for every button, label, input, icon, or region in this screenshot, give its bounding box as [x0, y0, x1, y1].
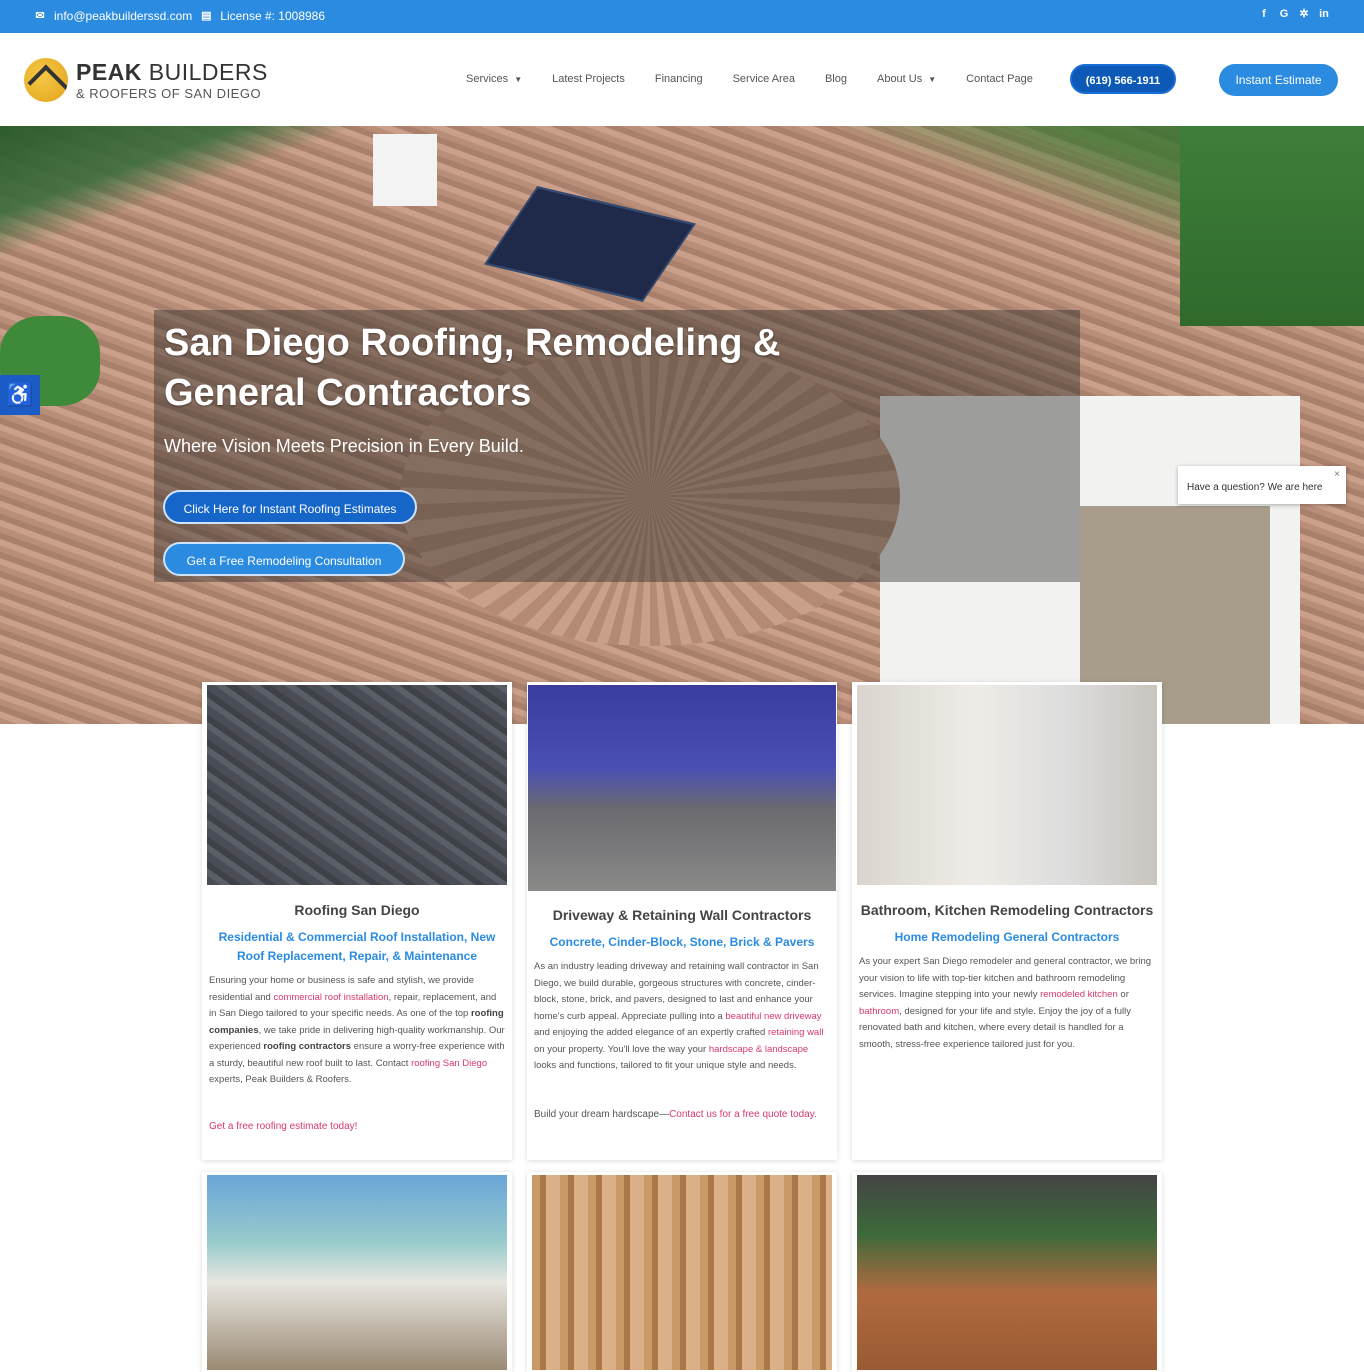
- hero-title: San Diego Roofing, Remodeling & General …: [164, 322, 781, 414]
- service-card-framing: [527, 1172, 837, 1372]
- deck-image: [857, 1175, 1157, 1370]
- linkedin-icon[interactable]: in: [1318, 8, 1330, 20]
- nav-blog[interactable]: Blog: [825, 73, 847, 85]
- service-card-deck: [852, 1172, 1162, 1372]
- chat-text: Have a question? We are here: [1187, 482, 1323, 493]
- bathroom-link[interactable]: bathroom: [859, 1006, 899, 1017]
- yelp-icon[interactable]: ✲: [1298, 8, 1310, 20]
- logo-mountain-icon: [24, 58, 68, 102]
- remodeling-consultation-button[interactable]: Get a Free Remodeling Consultation: [163, 542, 405, 576]
- retaining-wall-link[interactable]: retaining wall: [768, 1027, 823, 1038]
- new-driveway-link[interactable]: beautiful new driveway: [725, 1011, 821, 1022]
- nav-service-area[interactable]: Service Area: [733, 73, 795, 85]
- card-body: As your expert San Diego remodeler and g…: [859, 956, 1152, 1050]
- adu-image: [207, 1175, 507, 1370]
- hero-solar-panels: [484, 186, 696, 302]
- card-tagline: Residential & Commercial Roof Installati…: [218, 930, 496, 963]
- hardscape-link[interactable]: hardscape & landscape: [709, 1044, 808, 1055]
- card-title: Roofing San Diego: [294, 902, 420, 918]
- site-header: PEAK BUILDERS & ROOFERS OF SAN DIEGO Ser…: [0, 33, 1364, 126]
- main-nav: Services ▼ Latest Projects Financing Serv…: [466, 73, 1033, 85]
- email-icon: ✉: [35, 10, 45, 22]
- commercial-roof-link[interactable]: commercial roof installation: [273, 992, 388, 1003]
- chevron-down-icon: ▼: [514, 75, 523, 84]
- card-tagline: Concrete, Cinder-Block, Stone, Brick & P…: [549, 935, 815, 949]
- chat-prompt[interactable]: × Have a question? We are here: [1178, 466, 1346, 504]
- site-logo[interactable]: PEAK BUILDERS & ROOFERS OF SAN DIEGO: [24, 58, 268, 102]
- facebook-icon[interactable]: f: [1258, 8, 1270, 20]
- nav-financing[interactable]: Financing: [655, 73, 703, 85]
- logo-bold: PEAK: [76, 59, 142, 85]
- roofing-estimate-button[interactable]: Click Here for Instant Roofing Estimates: [163, 490, 417, 524]
- logo-rest: BUILDERS: [148, 59, 268, 85]
- top-bar: ✉ info@peakbuilderssd.com ▤ License #: 1…: [0, 0, 1364, 33]
- card-tagline: Home Remodeling General Contractors: [894, 930, 1120, 944]
- license-text: License #: 1008986: [220, 9, 326, 23]
- hero-subtitle: Where Vision Meets Precision in Every Bu…: [164, 436, 524, 456]
- driveway-image: [528, 685, 836, 891]
- close-icon[interactable]: ×: [1334, 469, 1340, 480]
- hero-chimney: [373, 134, 437, 206]
- nav-about-us[interactable]: About Us ▼: [877, 73, 936, 85]
- card-title: Bathroom, Kitchen Remodeling Contractors: [860, 902, 1154, 918]
- accessibility-icon[interactable]: ♿: [0, 375, 40, 415]
- free-quote-link[interactable]: Contact us for a free quote today.: [669, 1109, 817, 1120]
- driveway-cta: Build your dream hardscape—Contact us fo…: [534, 1109, 817, 1120]
- hero-section: San Diego Roofing, Remodeling & General …: [0, 126, 1364, 724]
- chevron-down-icon: ▼: [928, 75, 937, 84]
- nav-services[interactable]: Services ▼: [466, 73, 522, 85]
- logo-subtitle: & ROOFERS OF SAN DIEGO: [76, 86, 262, 101]
- card-title: Driveway & Retaining Wall Contractors: [552, 907, 812, 923]
- nav-latest-projects[interactable]: Latest Projects: [552, 73, 625, 85]
- roofing-estimate-link[interactable]: Get a free roofing estimate today!: [209, 1118, 357, 1136]
- email-link[interactable]: info@peakbuilderssd.com: [54, 9, 192, 23]
- service-card-driveway: Driveway & Retaining Wall Contractors Co…: [527, 682, 837, 1160]
- hero-trees: [1180, 126, 1364, 326]
- bathroom-image: [857, 685, 1157, 885]
- service-card-roofing: Roofing San Diego Residential & Commerci…: [202, 682, 512, 1160]
- service-card-remodeling: Bathroom, Kitchen Remodeling Contractors…: [852, 682, 1162, 1160]
- remodeled-kitchen-link[interactable]: remodeled kitchen: [1040, 989, 1118, 1000]
- phone-button[interactable]: (619) 566-1911: [1070, 64, 1176, 94]
- instant-estimate-button[interactable]: Instant Estimate: [1219, 64, 1338, 96]
- service-card-adu: [202, 1172, 512, 1372]
- card-body: As an industry leading driveway and reta…: [534, 961, 824, 1071]
- card-body: Ensuring your home or business is safe a…: [209, 975, 505, 1085]
- nav-contact-page[interactable]: Contact Page: [966, 73, 1033, 85]
- google-icon[interactable]: G: [1278, 8, 1290, 20]
- roofing-san-diego-link[interactable]: roofing San Diego: [411, 1058, 487, 1069]
- license-icon: ▤: [201, 10, 212, 22]
- framing-image: [532, 1175, 832, 1370]
- roofing-image: [207, 685, 507, 885]
